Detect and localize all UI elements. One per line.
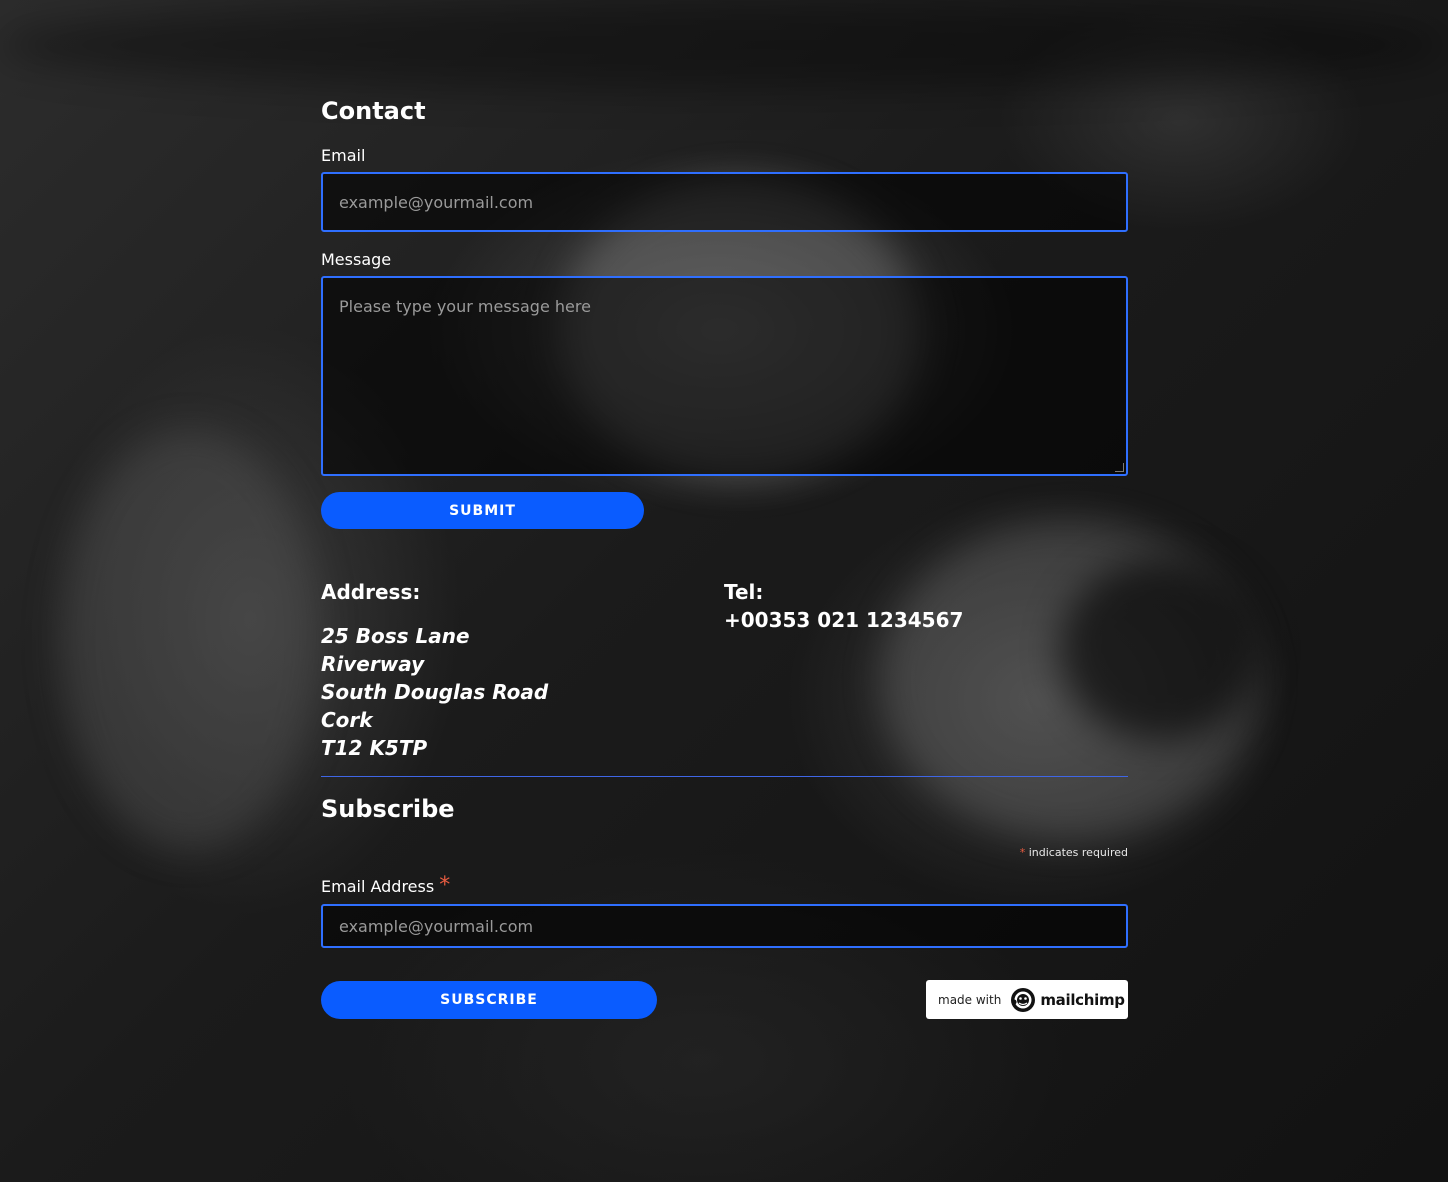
subscribe-email-label-text: Email Address [321, 877, 435, 896]
address-line: Riverway [321, 652, 425, 676]
message-placeholder: Please type your message here [339, 297, 591, 316]
mailchimp-badge[interactable]: made with mailchimp [926, 980, 1128, 1019]
subscribe-button[interactable]: SUBSCRIBE [321, 981, 657, 1019]
email-label: Email [321, 146, 366, 165]
required-note: * indicates required [1020, 846, 1128, 859]
made-with-text: made with [938, 992, 1002, 1007]
subscribe-email-placeholder: example@yourmail.com [339, 916, 534, 936]
tel-heading: Tel: [724, 580, 764, 604]
resize-handle-icon[interactable] [1115, 463, 1124, 472]
email-input[interactable]: example@yourmail.com [321, 172, 1128, 232]
required-asterisk: * [439, 873, 451, 898]
subscribe-email-label: Email Address * [321, 873, 451, 898]
required-note-text: indicates required [1028, 846, 1128, 859]
contact-title: Contact [321, 97, 426, 125]
tel-number[interactable]: +00353 021 1234567 [724, 608, 963, 632]
mailchimp-brand-text: mailchimp [1040, 990, 1125, 1009]
address-heading: Address: [321, 580, 421, 604]
email-placeholder: example@yourmail.com [339, 192, 534, 212]
mailchimp-freddie-icon [1011, 987, 1036, 1012]
address-line: South Douglas Road [321, 680, 549, 704]
message-label: Message [321, 250, 392, 269]
subscribe-title: Subscribe [321, 795, 455, 823]
address-line: 25 Boss Lane [321, 624, 470, 648]
subscribe-email-input[interactable]: example@yourmail.com [321, 904, 1128, 948]
section-divider [321, 776, 1128, 777]
message-textarea[interactable]: Please type your message here [321, 276, 1128, 476]
submit-button[interactable]: SUBMIT [321, 492, 644, 529]
required-asterisk: * [1019, 846, 1026, 859]
address-line: Cork [321, 708, 373, 732]
address-line: T12 K5TP [321, 736, 428, 760]
